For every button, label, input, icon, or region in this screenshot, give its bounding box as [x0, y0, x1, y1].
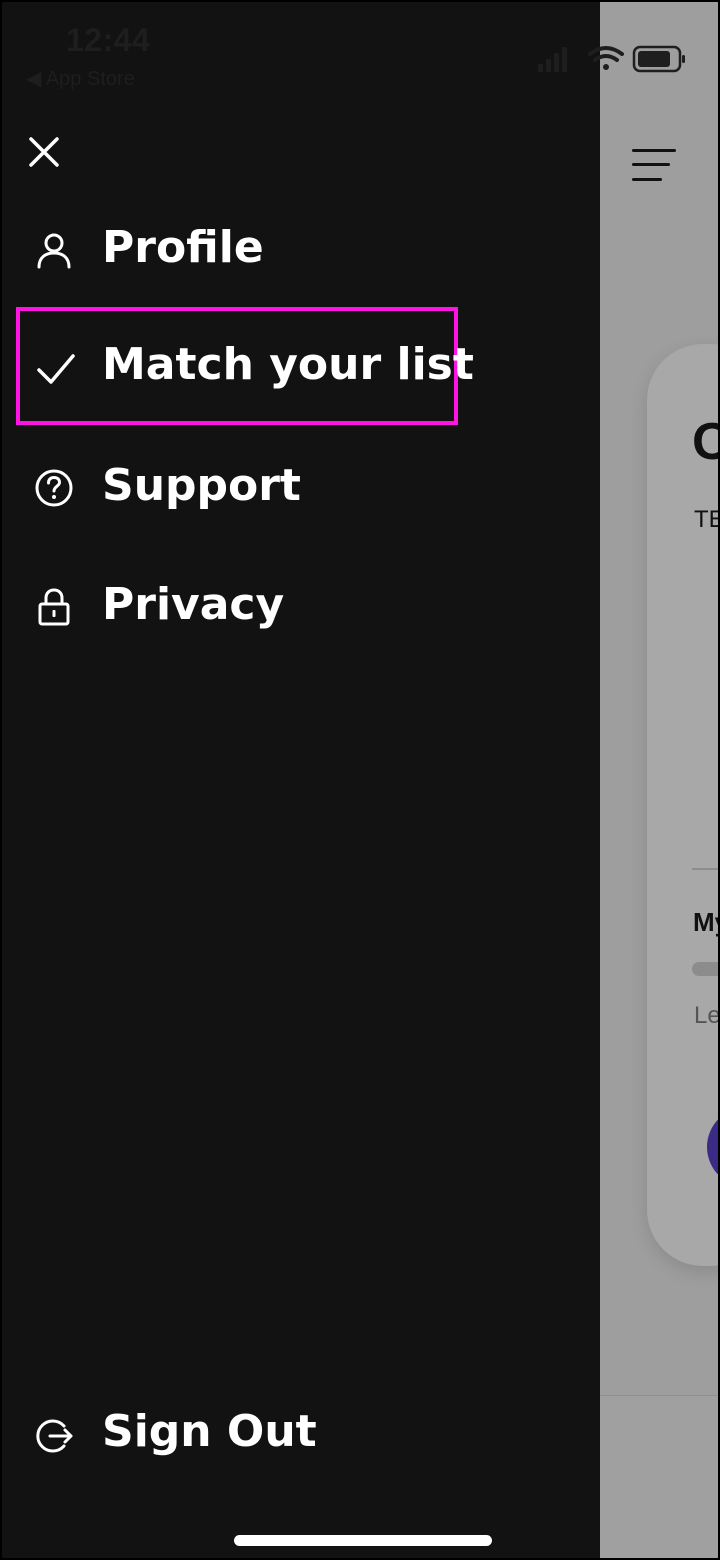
- card-subtitle: TE: [694, 506, 718, 533]
- bottom-bar: [600, 1395, 718, 1558]
- menu-item-privacy[interactable]: Privacy: [16, 547, 458, 665]
- menu-item-match-your-list[interactable]: Match your list: [16, 307, 474, 425]
- status-icons: [538, 45, 685, 73]
- menu-item-label: Privacy: [102, 579, 285, 630]
- lock-icon: [38, 588, 70, 626]
- menu-item-label: Match your list: [102, 339, 474, 390]
- progress-caption: Le: [694, 1002, 720, 1029]
- menu-item-profile[interactable]: Profile: [16, 190, 458, 308]
- menu-item-label: Support: [102, 460, 301, 511]
- hamburger-menu-icon[interactable]: [632, 147, 676, 183]
- battery-icon: [632, 45, 685, 73]
- help-circle-icon: [35, 469, 73, 507]
- user-icon: [37, 233, 71, 269]
- menu-item-support[interactable]: Support: [16, 428, 458, 546]
- checkmark-icon: [37, 354, 75, 384]
- sign-out-icon: [36, 1419, 73, 1453]
- screen: O TE My Le 12:44 ◀ App Store: [0, 0, 720, 1560]
- close-button[interactable]: [24, 132, 64, 172]
- card-divider: [692, 868, 718, 870]
- wifi-icon: [588, 46, 624, 70]
- background-card: [647, 344, 718, 1266]
- progress-bar: [692, 962, 718, 976]
- app-store-back-link[interactable]: ◀ App Store: [26, 66, 135, 91]
- card-section-label: My: [693, 907, 718, 937]
- navigation-drawer: 12:44 ◀ App Store Profile Match your lis…: [2, 2, 685, 1558]
- menu-item-label: Profile: [102, 222, 264, 273]
- signal-icon: [538, 47, 567, 72]
- card-title: O: [692, 412, 718, 472]
- close-icon: [29, 137, 59, 167]
- status-time: 12:44: [66, 22, 151, 58]
- sign-out-label: Sign Out: [102, 1406, 317, 1457]
- home-indicator[interactable]: [234, 1535, 492, 1546]
- sign-out-button[interactable]: Sign Out: [16, 1374, 458, 1492]
